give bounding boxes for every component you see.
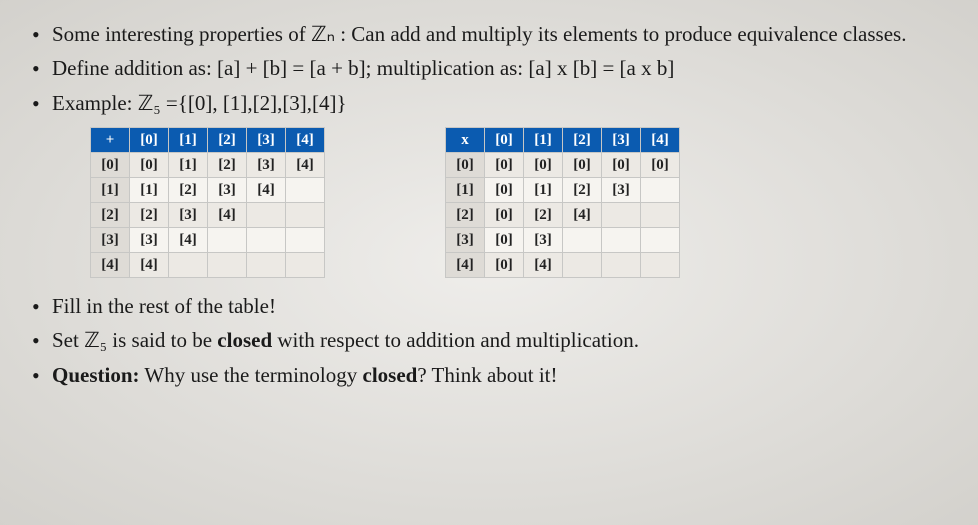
table-cell: [2]: [208, 153, 247, 178]
table-cell: [641, 253, 680, 278]
table-cell: [0]: [602, 153, 641, 178]
table-cell: [0]: [485, 253, 524, 278]
table-cell: [4]: [247, 178, 286, 203]
table-cell: [0]: [563, 153, 602, 178]
row-header: [1]: [91, 178, 130, 203]
table-cell: [2]: [524, 203, 563, 228]
col-header: [4]: [286, 128, 325, 153]
bottom-bullet-list: Fill in the rest of the table! Set ℤ₅ is…: [30, 292, 948, 389]
table-cell: [247, 203, 286, 228]
table-cell: [4]: [286, 153, 325, 178]
table-cell: [286, 178, 325, 203]
table-cell: [602, 253, 641, 278]
addition-table: + [0] [1] [2] [3] [4] [0] [0] [1] [2] [3…: [90, 127, 325, 278]
table-cell: [0]: [641, 153, 680, 178]
table-cell: [602, 228, 641, 253]
bullet-item: Some interesting properties of ℤₙ : Can …: [30, 20, 948, 48]
table-cell: [563, 228, 602, 253]
table-cell: [1]: [169, 153, 208, 178]
table-cell: [3]: [169, 203, 208, 228]
col-header: [3]: [247, 128, 286, 153]
table-cell: [0]: [524, 153, 563, 178]
table-cell: [641, 178, 680, 203]
table-cell: [3]: [208, 178, 247, 203]
table-cell: [0]: [130, 153, 169, 178]
bullet-item: Fill in the rest of the table!: [30, 292, 948, 320]
table-cell: [3]: [130, 228, 169, 253]
bullet-item: Question: Why use the terminology closed…: [30, 361, 948, 389]
table-cell: [641, 203, 680, 228]
table-cell: [247, 253, 286, 278]
table-op-cell: +: [91, 128, 130, 153]
text-span: with respect to addition and multiplicat…: [272, 328, 639, 352]
table-cell: [0]: [485, 203, 524, 228]
bullet-item: Set ℤ₅ is said to be closed with respect…: [30, 326, 948, 354]
table-cell: [2]: [169, 178, 208, 203]
table-cell: [4]: [563, 203, 602, 228]
col-header: [3]: [602, 128, 641, 153]
table-cell: [286, 253, 325, 278]
bold-text: closed: [217, 328, 272, 352]
table-cell: [1]: [524, 178, 563, 203]
table-cell: [1]: [130, 178, 169, 203]
bold-text: Question:: [52, 363, 140, 387]
multiplication-table: x [0] [1] [2] [3] [4] [0] [0] [0] [0] [0…: [445, 127, 680, 278]
row-header: [2]: [446, 203, 485, 228]
table-cell: [563, 253, 602, 278]
table-cell: [247, 228, 286, 253]
text-span: ? Think about it!: [417, 363, 557, 387]
col-header: [0]: [130, 128, 169, 153]
table-cell: [4]: [208, 203, 247, 228]
bold-text: closed: [363, 363, 418, 387]
row-header: [0]: [446, 153, 485, 178]
table-cell: [641, 228, 680, 253]
table-cell: [3]: [247, 153, 286, 178]
bullet-item: Example: ℤ₅ ={[0], [1],[2],[3],[4]}: [30, 89, 948, 117]
table-cell: [208, 228, 247, 253]
row-header: [4]: [446, 253, 485, 278]
table-cell: [4]: [169, 228, 208, 253]
table-cell: [2]: [563, 178, 602, 203]
col-header: [2]: [563, 128, 602, 153]
row-header: [4]: [91, 253, 130, 278]
table-cell: [286, 228, 325, 253]
table-cell: [2]: [130, 203, 169, 228]
row-header: [2]: [91, 203, 130, 228]
top-bullet-list: Some interesting properties of ℤₙ : Can …: [30, 20, 948, 117]
text-span: Why use the terminology: [140, 363, 363, 387]
table-cell: [4]: [130, 253, 169, 278]
tables-container: + [0] [1] [2] [3] [4] [0] [0] [1] [2] [3…: [90, 127, 948, 278]
bullet-item: Define addition as: [a] + [b] = [a + b];…: [30, 54, 948, 82]
row-header: [3]: [446, 228, 485, 253]
table-op-cell: x: [446, 128, 485, 153]
table-cell: [3]: [524, 228, 563, 253]
table-cell: [4]: [524, 253, 563, 278]
row-header: [1]: [446, 178, 485, 203]
table-cell: [208, 253, 247, 278]
row-header: [3]: [91, 228, 130, 253]
table-cell: [0]: [485, 153, 524, 178]
col-header: [1]: [169, 128, 208, 153]
table-cell: [0]: [485, 178, 524, 203]
col-header: [2]: [208, 128, 247, 153]
table-cell: [169, 253, 208, 278]
col-header: [4]: [641, 128, 680, 153]
col-header: [1]: [524, 128, 563, 153]
col-header: [0]: [485, 128, 524, 153]
table-cell: [3]: [602, 178, 641, 203]
table-cell: [286, 203, 325, 228]
row-header: [0]: [91, 153, 130, 178]
text-span: Set ℤ₅ is said to be: [52, 328, 217, 352]
table-cell: [602, 203, 641, 228]
table-cell: [0]: [485, 228, 524, 253]
